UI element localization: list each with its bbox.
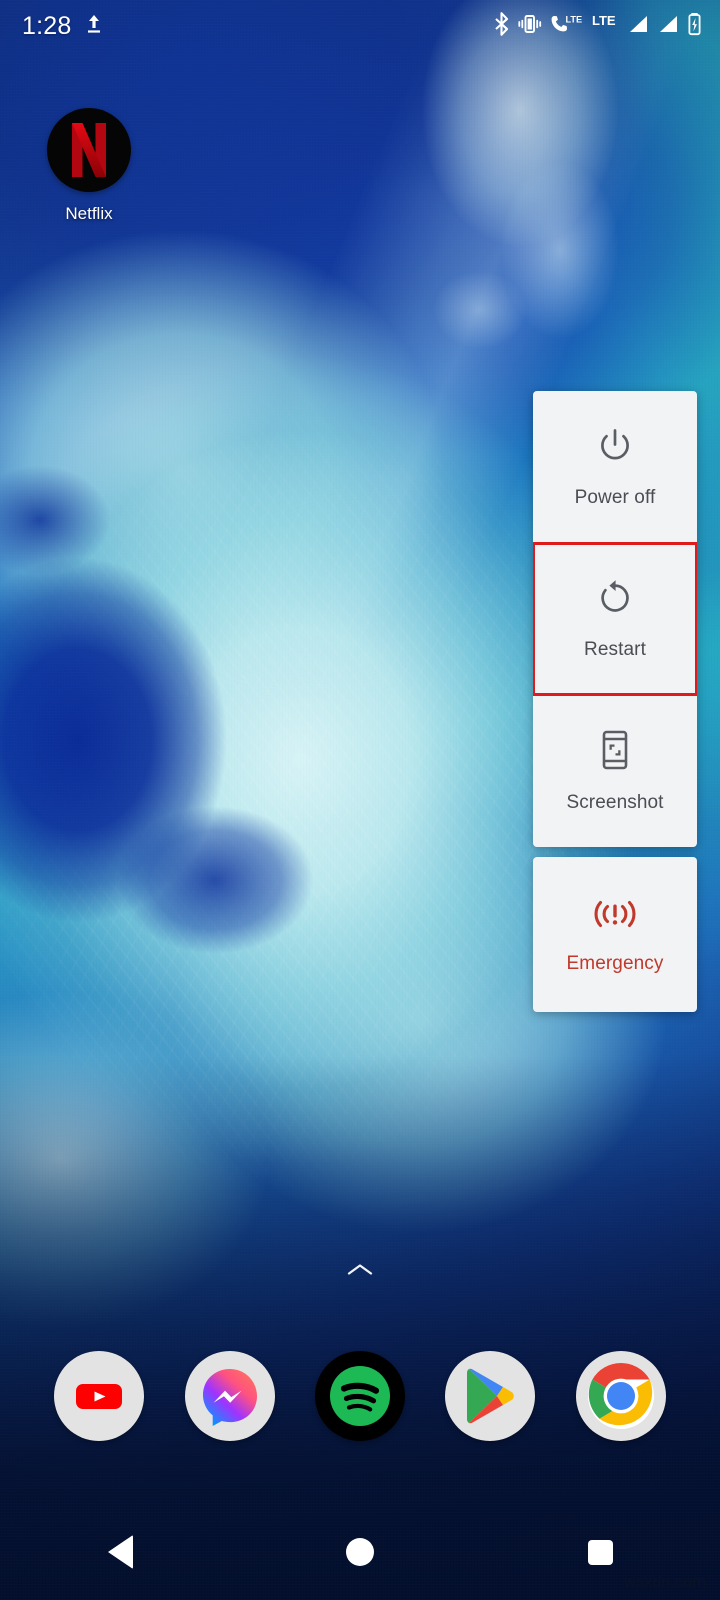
back-button[interactable] (0, 1535, 240, 1569)
signal-bars-sim1-icon (627, 13, 650, 40)
status-bar[interactable]: 1:28 LTE LTE (0, 0, 720, 52)
watermark: wsxdn.com (624, 1574, 706, 1591)
dock-icon-messenger[interactable] (184, 1351, 275, 1441)
power-menu[interactable]: Power off Restart Screenshot Emergency (533, 391, 697, 1012)
power-menu-label-power-off: Power off (574, 487, 656, 508)
app-icon-netflix[interactable]: Netflix (47, 108, 131, 222)
app-label-netflix: Netflix (65, 204, 113, 223)
lte-text-icon: LTE (592, 13, 620, 40)
recents-button[interactable] (480, 1539, 720, 1565)
dock-icon-play-store[interactable] (445, 1351, 536, 1441)
power-menu-item-restart[interactable]: Restart (533, 542, 697, 696)
netflix-icon (47, 108, 131, 192)
navigation-bar (0, 1504, 720, 1600)
power-menu-panel-main: Power off Restart Screenshot (533, 391, 697, 847)
square-icon (587, 1539, 613, 1565)
upload-icon (85, 13, 103, 40)
power-icon (596, 427, 634, 470)
signal-bars-sim2-icon (657, 13, 680, 40)
power-menu-label-screenshot: Screenshot (566, 792, 664, 813)
status-bar-right: LTE LTE (493, 11, 702, 41)
power-menu-panel-emergency: Emergency (533, 857, 697, 1012)
volte-icon: LTE (549, 13, 585, 40)
dock-icon-youtube[interactable] (54, 1351, 145, 1441)
emergency-broadcast-icon (591, 897, 639, 936)
dock-icon-chrome[interactable] (575, 1351, 666, 1441)
triangle-left-icon (107, 1535, 133, 1569)
status-bar-left: 1:28 (22, 13, 103, 40)
power-menu-item-emergency[interactable]: Emergency (533, 857, 697, 1012)
vibrate-icon (517, 13, 542, 40)
power-menu-item-screenshot[interactable]: Screenshot (533, 695, 697, 847)
restart-icon (596, 579, 634, 622)
circle-icon (346, 1538, 374, 1566)
app-drawer-handle[interactable] (0, 1255, 720, 1289)
battery-charging-icon (687, 12, 702, 41)
status-bar-clock: 1:28 (22, 11, 72, 40)
power-menu-item-power-off[interactable]: Power off (533, 391, 697, 543)
screenshot-icon (598, 730, 632, 775)
dock-icon-spotify[interactable] (314, 1351, 405, 1441)
lte-label: LTE (592, 13, 616, 28)
power-menu-label-restart: Restart (584, 639, 646, 660)
svg-text:LTE: LTE (566, 14, 583, 24)
dock (0, 1347, 720, 1445)
app-drawer-chevron-icon (346, 1262, 374, 1283)
home-button[interactable] (240, 1538, 480, 1566)
power-menu-label-emergency: Emergency (566, 952, 664, 974)
bluetooth-icon (493, 11, 510, 41)
